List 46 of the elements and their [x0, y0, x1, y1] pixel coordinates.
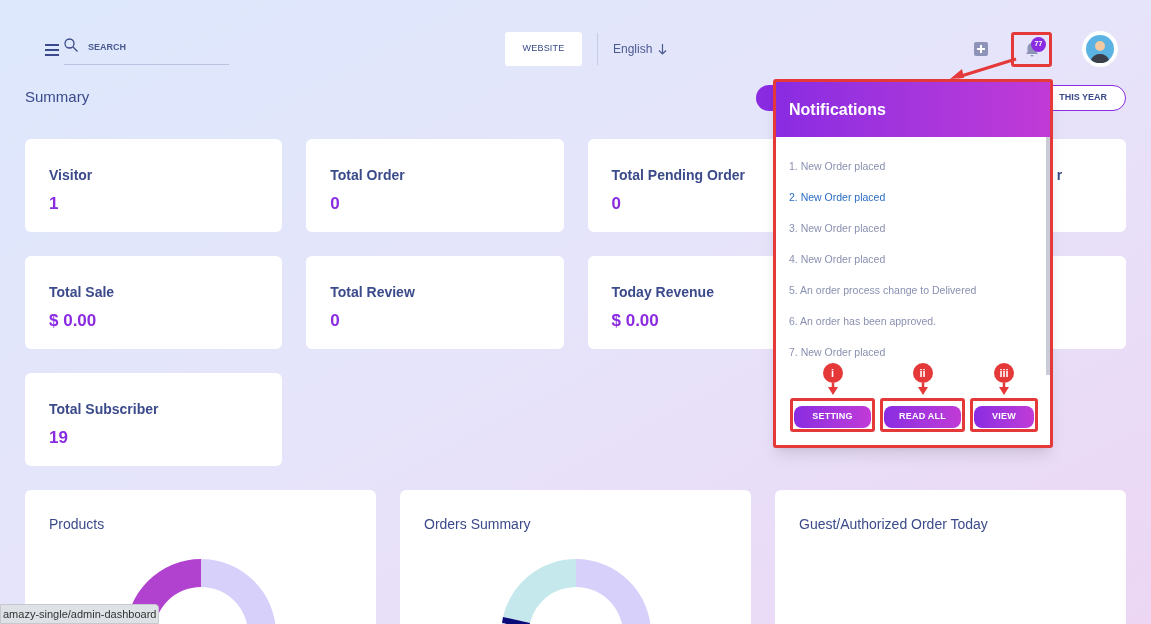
annotation-marker: ii — [912, 363, 933, 384]
stat-title: r — [1056, 166, 1063, 185]
stat-value: 1 — [49, 193, 59, 215]
stat-title: Today Revenue — [611, 283, 714, 302]
chart-title: Guest/Authorized Order Today — [799, 515, 989, 534]
stat-value: $ 0.00 — [49, 310, 97, 332]
notification-action-button[interactable]: SETTING — [794, 406, 871, 428]
notification-item[interactable]: 5. An order process change to Delivered — [789, 283, 977, 299]
menu-icon[interactable] — [45, 43, 59, 56]
annotation-arrow — [917, 383, 928, 396]
scrollbar[interactable] — [1046, 137, 1050, 375]
search-input[interactable]: SEARCH — [88, 40, 208, 55]
stat-value: 0 — [330, 193, 340, 215]
notification-item[interactable]: 6. An order has been approved. — [789, 314, 937, 330]
annotation-arrow — [827, 383, 838, 396]
plus-icon[interactable] — [974, 42, 988, 56]
stat-title: Visitor — [49, 166, 93, 185]
summary-title: Summary — [25, 87, 90, 107]
chart-title: Products — [49, 515, 106, 534]
status-bar-url: amazy-single/admin-dashboard — [0, 604, 160, 624]
stat-title: Total Sale — [49, 283, 115, 302]
stat-title: Total Pending Order — [611, 166, 746, 185]
notification-item[interactable]: 7. New Order placed — [789, 345, 886, 361]
chart-title: Orders Summary — [424, 515, 532, 534]
notification-item[interactable]: 4. New Order placed — [789, 252, 886, 268]
stat-title: Total Subscriber — [49, 400, 159, 419]
arrow-down-icon — [658, 43, 668, 55]
stat-value: 19 — [49, 427, 68, 449]
notification-item[interactable]: 1. New Order placed — [789, 159, 886, 175]
stat-value: 0 — [611, 193, 621, 215]
website-button[interactable]: WEBSITE — [505, 32, 582, 66]
language-selector[interactable]: English — [613, 40, 668, 58]
notification-action-button[interactable]: VIEW — [974, 406, 1034, 428]
annotation-arrow — [999, 383, 1009, 396]
notification-item[interactable]: 2. New Order placed — [789, 190, 886, 206]
stat-value: $ 0.00 — [611, 310, 659, 332]
stat-title: Total Order — [330, 166, 405, 185]
search-icon — [64, 37, 78, 52]
notification-item[interactable]: 3. New Order placed — [789, 221, 886, 237]
annotation-marker: iii — [994, 363, 1014, 384]
annotation-marker: i — [822, 363, 843, 384]
stat-value: 0 — [330, 310, 340, 332]
notification-action-button[interactable]: READ ALL — [884, 406, 961, 428]
stat-title: Total Review — [330, 283, 415, 302]
notifications-title: Notifications — [789, 99, 886, 120]
avatar-icon[interactable] — [1082, 31, 1118, 67]
